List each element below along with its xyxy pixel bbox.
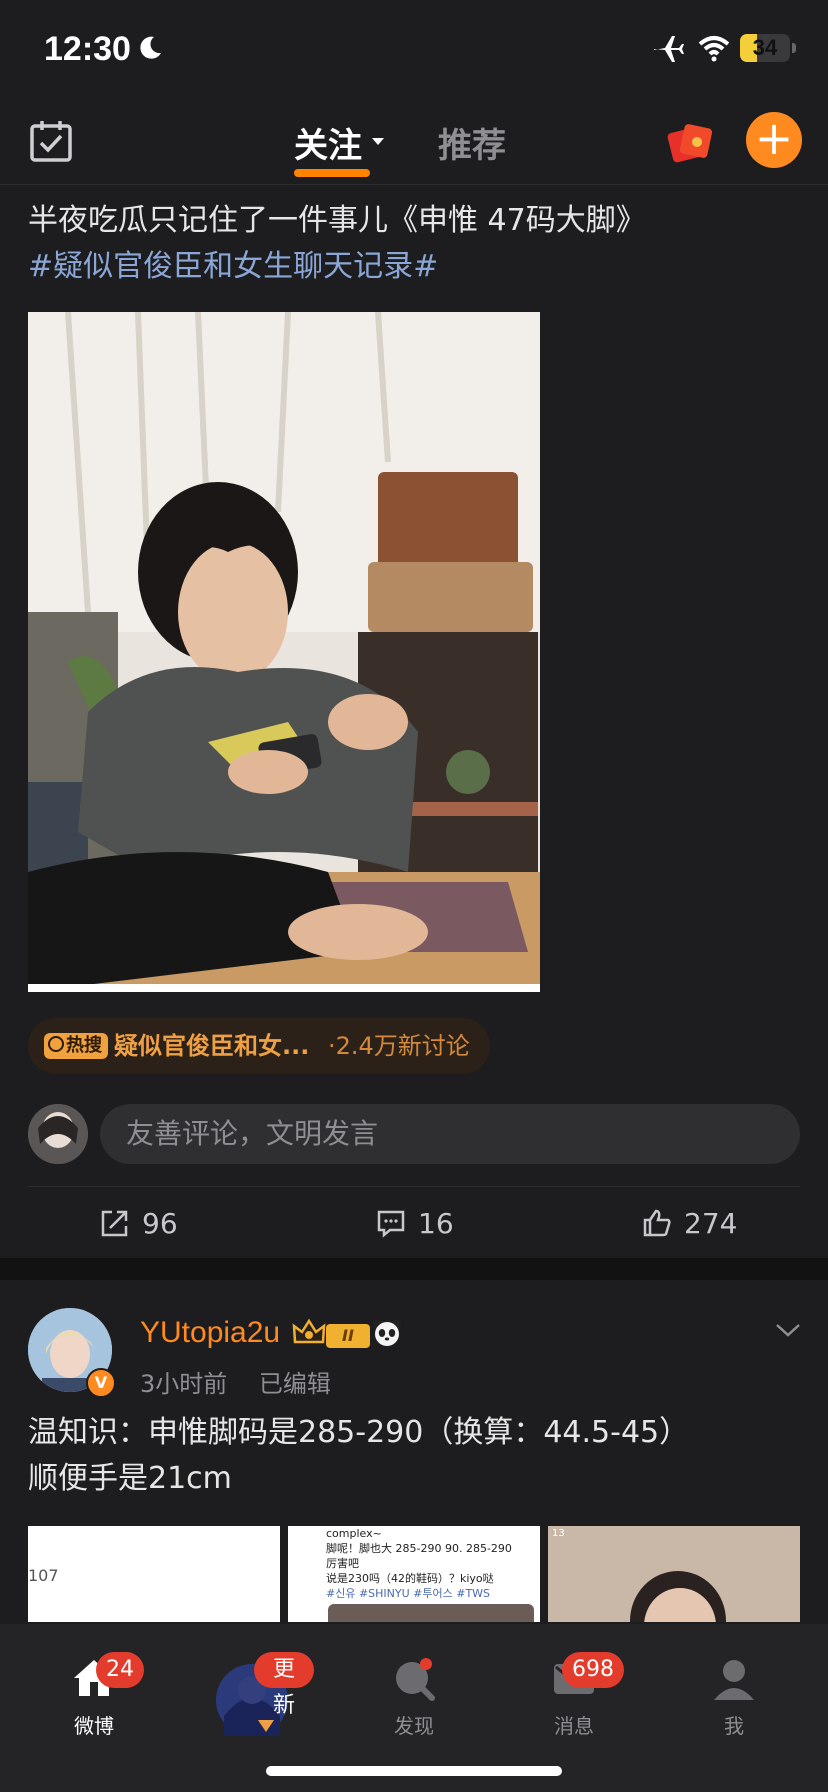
thumbnail-text: 107 (28, 1566, 59, 1585)
battery-nub (792, 43, 796, 53)
notification-badge: 698 (562, 1652, 624, 1688)
thumbnail-text-block: complex~ 脚呢！脚也大 285-290 90. 285-290 厉害吧 … (326, 1526, 512, 1601)
tab-update[interactable]: 更新 (194, 1642, 314, 1736)
image-thumbnail[interactable]: 13 (548, 1526, 800, 1622)
thumbnail-text: complex~ (326, 1527, 382, 1540)
hashtag-link[interactable]: #疑似官俊臣和女生聊天记录# (28, 244, 808, 290)
tab-label: 我 (724, 1714, 744, 1738)
image-thumbnail[interactable]: 107 (28, 1526, 280, 1622)
airplane-icon (654, 36, 684, 62)
post-image[interactable] (28, 312, 540, 992)
like-count: 274 (684, 1207, 738, 1240)
tab-recommend[interactable]: 推荐 (438, 118, 506, 167)
hot-search-count: ·2.4万新讨论 (328, 1032, 470, 1060)
tab-home[interactable]: 微博 24 (34, 1642, 154, 1738)
calendar-check-icon[interactable] (28, 118, 74, 164)
chevron-down-icon[interactable] (774, 1320, 802, 1340)
notification-badge: 24 (96, 1652, 144, 1688)
avatar-image (28, 1104, 88, 1164)
tab-label: 发现 (394, 1714, 434, 1738)
discover-icon (396, 1658, 435, 1701)
battery-percent: 34 (752, 35, 778, 60)
post-actions: 96 16 274 (0, 1192, 828, 1252)
tab-label: 微博 (74, 1714, 114, 1738)
avatar[interactable] (28, 1104, 88, 1164)
divider (28, 1186, 800, 1187)
hot-search-title: 疑似官俊臣和女... (114, 1032, 310, 1060)
section-separator (0, 1258, 828, 1280)
verified-badge: V (86, 1368, 116, 1398)
tab-profile[interactable]: 我 (674, 1642, 794, 1738)
post-body: 半夜吃瓜只记住了一件事儿《申惟 47码大脚》 (28, 203, 646, 238)
thumbnail-text: #신유 #SHINYU #투어스 #TWS (326, 1587, 491, 1600)
comment-input[interactable]: 友善评论，文明发言 (100, 1104, 800, 1164)
thumbnail-photo (630, 1571, 726, 1622)
image-grid: 107 complex~ 脚呢！脚也大 285-290 90. 285-290 … (28, 1526, 800, 1626)
comment-bar: 友善评论，文明发言 (28, 1104, 800, 1164)
post-text: 温知识：申惟脚码是285-290（换算：44.5-45） 顺便手是21cm (28, 1410, 818, 1502)
search-icon (48, 1036, 64, 1052)
tab-active-underline (294, 169, 370, 177)
thumbnail-text: 厉害吧 (326, 1557, 359, 1570)
image-thumbnail[interactable]: complex~ 脚呢！脚也大 285-290 90. 285-290 厉害吧 … (288, 1526, 540, 1622)
add-button[interactable]: + (746, 112, 802, 168)
update-badge: 更新 (254, 1652, 314, 1718)
comment-icon (377, 1210, 405, 1238)
thumbnail-text: 13 (552, 1528, 565, 1539)
comment-count: 16 (418, 1207, 454, 1240)
home-indicator (266, 1766, 562, 1776)
thumbnail-text: 说是230吗（42的鞋码）？kiyo哒 (326, 1572, 494, 1585)
red-packet-icon[interactable] (664, 120, 714, 166)
hot-search-badge: 热搜 (44, 1033, 108, 1059)
status-bar: 12:30 34 (0, 0, 828, 100)
hot-badge-label: 热搜 (66, 1035, 102, 1056)
tab-messages[interactable]: 消息 698 (514, 1642, 634, 1738)
tab-follow[interactable]: 关注 (294, 118, 370, 177)
top-nav: 关注 推荐 (0, 100, 828, 185)
thumbnail-photo (328, 1604, 534, 1622)
post-body-line: 顺便手是21cm (28, 1461, 232, 1496)
username[interactable]: YUtopia2u (140, 1316, 280, 1350)
thumbs-up-icon (643, 1209, 671, 1237)
tab-follow-label: 关注 (294, 126, 362, 166)
post-text: 半夜吃瓜只记住了一件事儿《申惟 47码大脚》 #疑似官俊臣和女生聊天记录# (28, 198, 808, 290)
repost-count: 96 (142, 1207, 178, 1240)
thumbnail-text: 脚呢！脚也大 285-290 90. 285-290 (326, 1542, 512, 1555)
crown-icon (292, 1318, 326, 1344)
member-level-badge: II (326, 1324, 370, 1348)
post-body-line: 温知识：申惟脚码是285-290（换算：44.5-45） (28, 1415, 690, 1450)
wifi-icon (698, 36, 730, 62)
battery-icon: 34 (740, 34, 790, 62)
panda-icon (373, 1320, 401, 1346)
status-time: 12:30 (44, 30, 131, 68)
edited-label: 已编辑 (258, 1370, 331, 1398)
profile-icon (714, 1660, 754, 1700)
post-time: 3小时前 (140, 1370, 228, 1398)
moon-icon (140, 36, 161, 59)
post-meta: 3小时前 已编辑 (140, 1364, 355, 1399)
photo-illustration (28, 312, 540, 992)
tab-discover[interactable]: 发现 (354, 1642, 474, 1738)
chevron-down-icon[interactable] (372, 138, 384, 145)
hot-search-tag[interactable]: 热搜 疑似官俊臣和女... ·2.4万新讨论 (28, 1018, 490, 1074)
tab-label: 消息 (554, 1714, 594, 1738)
share-icon (101, 1210, 128, 1237)
